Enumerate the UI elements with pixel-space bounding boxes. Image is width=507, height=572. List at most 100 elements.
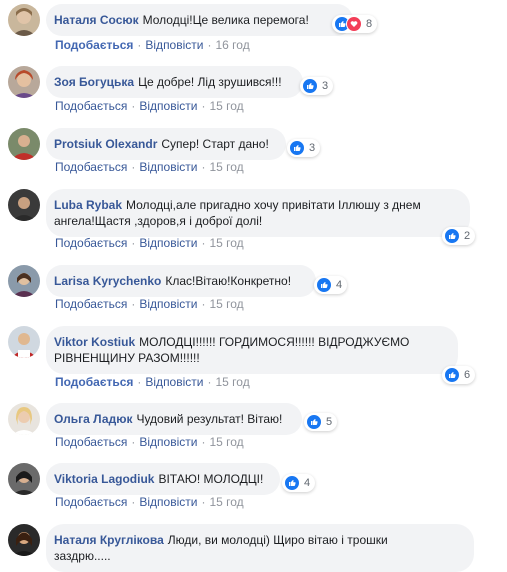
comment-bubble: Viktoria Lagodiuk ВІТАЮ! МОЛОДЦІ! (46, 463, 280, 495)
reactions-badge[interactable]: 6 (442, 366, 476, 384)
reply-button[interactable]: Відповісти (145, 38, 203, 52)
comment-author[interactable]: Larisa Kyrychenko (54, 274, 161, 288)
avatar[interactable] (8, 189, 40, 221)
comment-text: Супер! Старт дано! (161, 137, 269, 151)
like-button[interactable]: Подобається (55, 99, 127, 113)
avatar[interactable] (8, 463, 40, 495)
like-button[interactable]: Подобається (55, 160, 127, 174)
comment-actions: Подобається · Відповісти · 15 год (55, 494, 244, 510)
like-button[interactable]: Подобається (55, 38, 133, 52)
comment-text-line2: заздрю..... (54, 549, 111, 563)
separator-dot: · (201, 99, 206, 113)
like-button[interactable]: Подобається (55, 435, 127, 449)
reactions-badge[interactable]: 3 (300, 77, 334, 95)
comment-author[interactable]: Luba Rybak (54, 198, 122, 212)
reaction-count: 3 (322, 80, 329, 92)
avatar[interactable] (8, 265, 40, 297)
timestamp[interactable]: 15 год (209, 236, 243, 250)
reply-button[interactable]: Відповісти (139, 297, 197, 311)
timestamp[interactable]: 15 год (209, 99, 243, 113)
avatar[interactable] (8, 4, 40, 36)
separator-dot: · (201, 297, 206, 311)
reply-button[interactable]: Відповісти (145, 375, 203, 389)
comment-bubble: Наталя Круглікова Люди, ви молодці) Щиро … (46, 524, 474, 572)
comment-text-line1: Молодці,але пригадно хочу привітати Іллю… (126, 198, 421, 212)
comment-author[interactable]: Наталя Сосюк (54, 13, 139, 27)
reactions-badge[interactable]: 4 (282, 474, 316, 492)
separator-dot: · (131, 297, 136, 311)
reaction-count: 3 (309, 142, 316, 154)
separator-dot: · (201, 160, 206, 174)
avatar[interactable] (8, 66, 40, 98)
timestamp[interactable]: 15 год (209, 435, 243, 449)
separator-dot: · (131, 160, 136, 174)
reactions-badge[interactable]: 8 (332, 15, 378, 33)
reaction-count: 5 (326, 416, 333, 428)
reactions-badge[interactable]: 4 (314, 276, 348, 294)
reactions-badge[interactable]: 3 (287, 139, 321, 157)
love-icon (346, 16, 362, 32)
like-button[interactable]: Подобається (55, 495, 127, 509)
comment-actions: Подобається · Відповісти · 15 год (55, 159, 244, 175)
timestamp[interactable]: 16 год (215, 38, 249, 52)
comment-text-line2: ангела!Щастя ,здоров,я і доброї долі! (54, 214, 263, 228)
comment-actions: Подобається · Відповісти · 15 год (55, 374, 250, 390)
like-button[interactable]: Подобається (55, 375, 133, 389)
separator-dot: · (201, 236, 206, 250)
separator-dot: · (137, 375, 142, 389)
comment-text-line2: РІВНЕНЩИНУ РАЗОМ!!!!!! (54, 351, 200, 365)
timestamp[interactable]: 15 год (209, 495, 243, 509)
avatar[interactable] (8, 524, 40, 556)
comment-actions: Подобається · Відповісти · 16 год (55, 37, 250, 53)
reaction-count: 4 (304, 477, 311, 489)
like-icon (316, 277, 332, 293)
comment-actions: Подобається · Відповісти · 15 год (55, 235, 244, 251)
comment-author[interactable]: Viktor Kostiuk (54, 335, 135, 349)
comment-text: ВІТАЮ! МОЛОДЦІ! (158, 472, 264, 486)
avatar[interactable] (8, 326, 40, 358)
timestamp[interactable]: 15 год (209, 160, 243, 174)
separator-dot: · (201, 435, 206, 449)
comment-bubble: Ольга Ладюк Чудовий результат! Вітаю! (46, 403, 302, 435)
avatar[interactable] (8, 403, 40, 435)
comment-actions: Подобається · Відповісти · 15 год (55, 98, 244, 114)
reply-button[interactable]: Відповісти (139, 435, 197, 449)
reply-button[interactable]: Відповісти (139, 99, 197, 113)
separator-dot: · (131, 435, 136, 449)
like-icon (444, 228, 460, 244)
reactions-badge[interactable]: 5 (304, 413, 338, 431)
comment-author[interactable]: Ольга Ладюк (54, 412, 132, 426)
comment-text: Молодці!Це велика перемога! (142, 13, 309, 27)
comment-bubble: Protsiuk Olexandr Супер! Старт дано! (46, 128, 286, 160)
reply-button[interactable]: Відповісти (139, 495, 197, 509)
comment-author[interactable]: Viktoria Lagodiuk (54, 472, 154, 486)
separator-dot: · (131, 99, 136, 113)
reactions-badge[interactable]: 2 (442, 227, 476, 245)
separator-dot: · (201, 495, 206, 509)
like-icon (302, 78, 318, 94)
like-icon (306, 414, 322, 430)
reply-button[interactable]: Відповісти (139, 160, 197, 174)
comment-author[interactable]: Protsiuk Olexandr (54, 137, 157, 151)
avatar[interactable] (8, 128, 40, 160)
comment-text-line1: МОЛОДЦІ!!!!!! ГОРДИМОСЯ!!!!!! ВІДРОДЖУЄМ… (139, 335, 410, 349)
separator-dot: · (207, 38, 212, 52)
separator-dot: · (207, 375, 212, 389)
reaction-count: 8 (366, 18, 373, 30)
reply-button[interactable]: Відповісти (139, 236, 197, 250)
comment-author[interactable]: Зоя Богуцька (54, 75, 134, 89)
timestamp[interactable]: 15 год (209, 297, 243, 311)
timestamp[interactable]: 15 год (215, 375, 249, 389)
comment-bubble: Наталя Сосюк Молодці!Це велика перемога! (46, 4, 353, 36)
like-button[interactable]: Подобається (55, 236, 127, 250)
reaction-count: 6 (464, 369, 471, 381)
like-button[interactable]: Подобається (55, 297, 127, 311)
comment-text-line1: Люди, ви молодці) Щиро вітаю і трошки (167, 533, 388, 547)
separator-dot: · (131, 236, 136, 250)
separator-dot: · (137, 38, 142, 52)
comment-actions: Подобається · Відповісти · 15 год (55, 296, 244, 312)
like-icon (284, 475, 300, 491)
reaction-count: 4 (336, 279, 343, 291)
comment-actions: Подобається · Відповісти · 15 год (55, 434, 244, 450)
comment-author[interactable]: Наталя Круглікова (54, 533, 164, 547)
